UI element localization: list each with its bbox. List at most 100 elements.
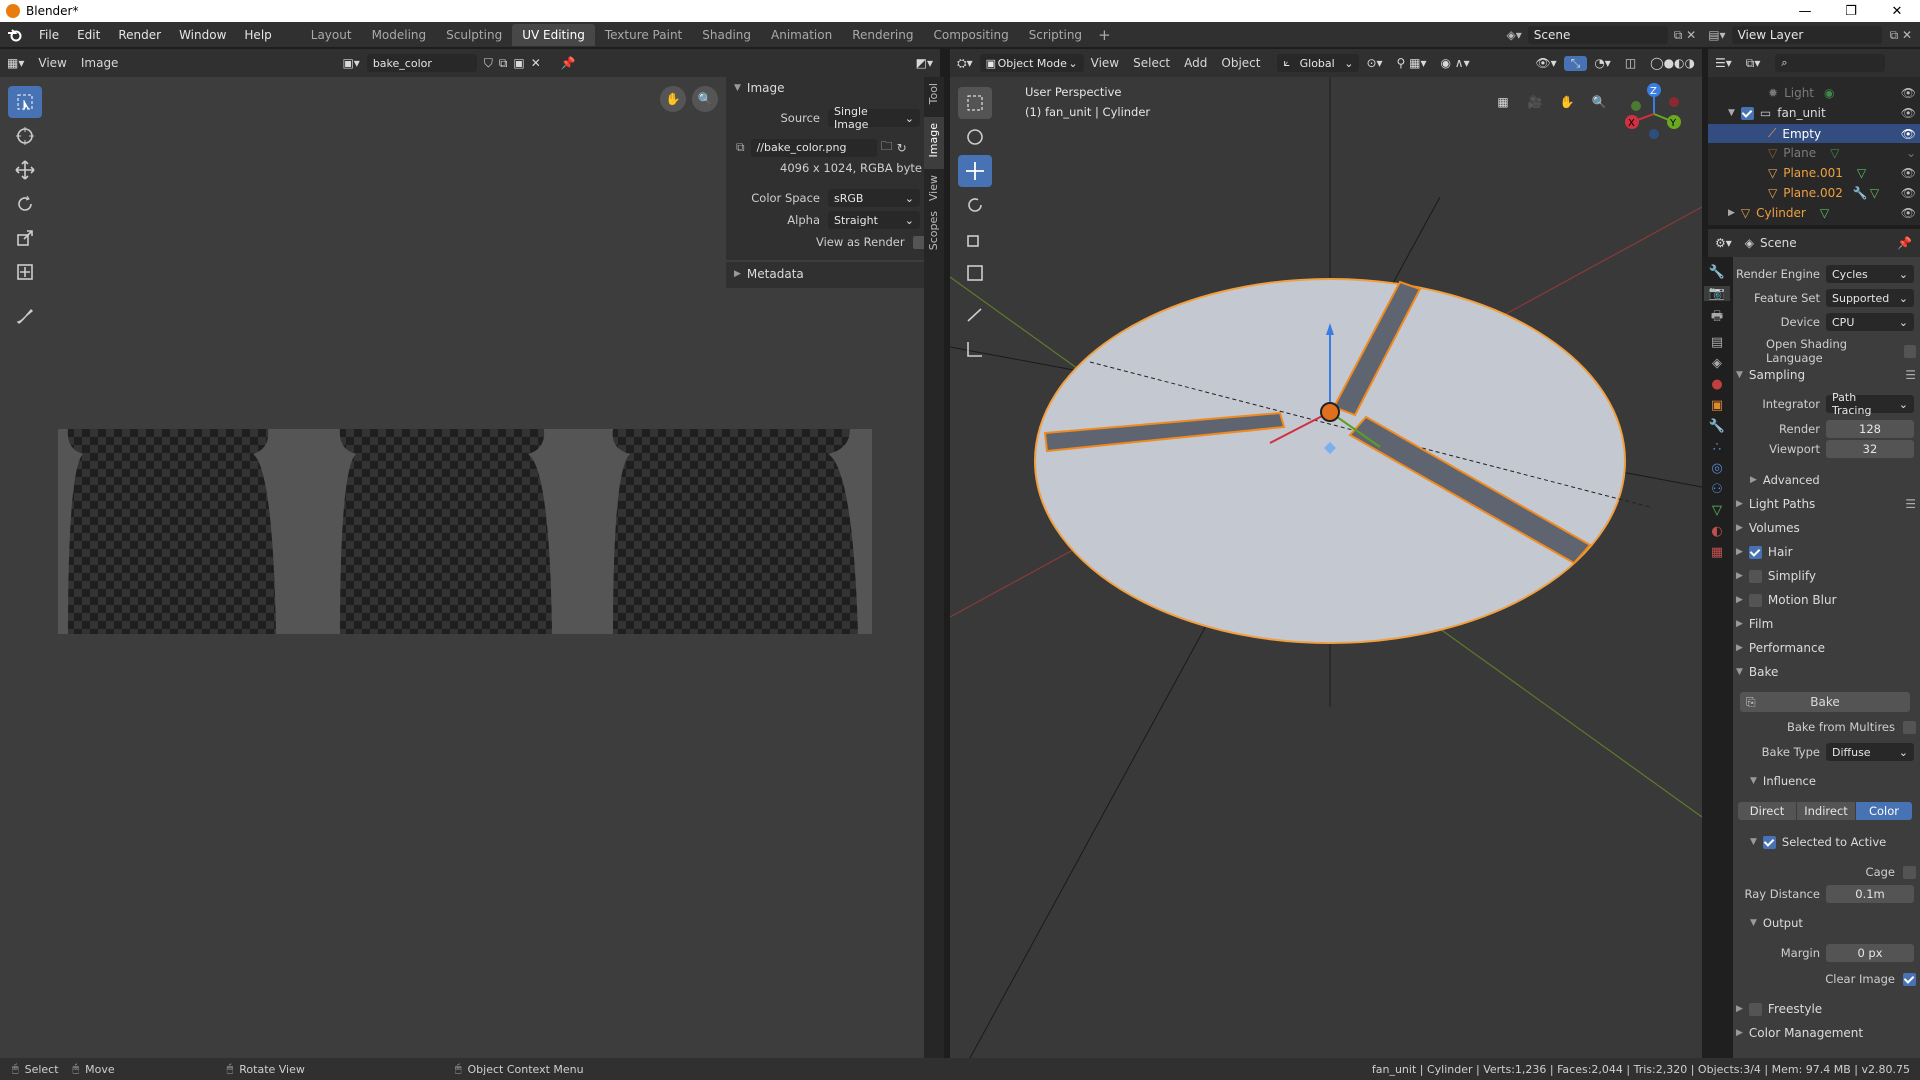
- advanced-section[interactable]: ▶ Advanced: [1750, 473, 1820, 487]
- tab-animation[interactable]: Animation: [761, 24, 842, 46]
- light-paths-presets-icon[interactable]: ☰: [1905, 497, 1916, 511]
- outliner-item-plane[interactable]: ▽ Plane ▽ ⌄: [1768, 144, 1916, 162]
- influence-section[interactable]: ▼ Influence: [1750, 774, 1816, 788]
- outliner-item-light[interactable]: ✹ Light ◉ 👁: [1768, 84, 1916, 102]
- pan-hand-icon[interactable]: ✋: [660, 86, 686, 112]
- vp-annotate-tool[interactable]: [958, 299, 992, 331]
- vp-scale-tool[interactable]: [958, 223, 992, 255]
- fan-unit-collection-checkbox[interactable]: [1740, 106, 1754, 120]
- new-view-layer-icon[interactable]: ⧉ ✕: [1890, 28, 1912, 43]
- blender-menu-icon[interactable]: [0, 28, 30, 42]
- alpha-dropdown[interactable]: Straight ⌄: [828, 211, 920, 229]
- vp-move-tool[interactable]: [958, 155, 992, 187]
- image-menu-view[interactable]: View: [31, 56, 73, 70]
- fan-unit-eye-icon[interactable]: 👁: [1901, 106, 1916, 120]
- tool-tab-icon[interactable]: 🔧: [1709, 265, 1725, 280]
- sidebar-tab-image[interactable]: Image: [927, 123, 940, 157]
- reload-icon[interactable]: ↻: [897, 141, 907, 155]
- menu-file[interactable]: File: [30, 28, 68, 42]
- zoom-viewport-icon[interactable]: 🔍: [1586, 89, 1612, 115]
- image-panel-title[interactable]: Image: [747, 81, 785, 95]
- light-eye-icon[interactable]: 👁: [1901, 86, 1916, 100]
- scale-tool[interactable]: [8, 222, 42, 254]
- ray-distance-field[interactable]: 0.1m: [1826, 885, 1914, 903]
- motion-blur-checkbox[interactable]: [1748, 593, 1762, 607]
- zoom-icon[interactable]: 🔍: [692, 86, 718, 112]
- tab-modeling[interactable]: Modeling: [362, 24, 437, 46]
- integrator-dropdown[interactable]: Path Tracing ⌄: [1826, 391, 1914, 417]
- material-tab-icon[interactable]: ◐: [1711, 524, 1722, 539]
- outliner-item-plane-002[interactable]: ▽ Plane.002 🔧 ▽ 👁: [1768, 184, 1916, 202]
- proportional-edit-icon[interactable]: ◉ ∧▾: [1434, 56, 1477, 70]
- performance-section[interactable]: ▶ Performance: [1736, 641, 1825, 655]
- viewport-menu-add[interactable]: Add: [1177, 56, 1214, 70]
- color-space-dropdown[interactable]: sRGB ⌄: [828, 189, 920, 207]
- image-datablock-icons[interactable]: ⛉⧉▣✕: [477, 56, 554, 71]
- world-tab-icon[interactable]: ●: [1711, 377, 1722, 392]
- add-workspace-icon[interactable]: +: [1092, 26, 1117, 44]
- simplify-checkbox[interactable]: [1748, 569, 1762, 583]
- sampling-section[interactable]: ▼ Sampling ☰: [1736, 368, 1916, 382]
- move-tool[interactable]: [8, 154, 42, 186]
- freestyle-checkbox[interactable]: [1748, 1002, 1762, 1016]
- properties-editor-type-icon[interactable]: ⚙▾: [1708, 236, 1739, 250]
- output-tab-icon[interactable]: 🖶: [1711, 307, 1723, 329]
- bake-button[interactable]: ⎘ Bake: [1740, 692, 1910, 712]
- data-tab-icon[interactable]: ▽: [1712, 503, 1722, 518]
- menu-render[interactable]: Render: [109, 28, 170, 42]
- vp-measure-tool[interactable]: [958, 333, 992, 365]
- texture-tab-icon[interactable]: ▦: [1711, 545, 1723, 560]
- image-browse-icon[interactable]: ▣▾: [335, 56, 366, 70]
- navigation-gizmo[interactable]: Z Y X: [1622, 82, 1686, 146]
- freestyle-section[interactable]: ▶ Freestyle: [1736, 1002, 1822, 1016]
- film-section[interactable]: ▶ Film: [1736, 617, 1773, 631]
- filepath-field[interactable]: //bake_color.png: [750, 138, 877, 157]
- properties-pin-icon[interactable]: 📌: [1897, 236, 1912, 250]
- vp-select-tool[interactable]: [958, 87, 992, 119]
- scene-tab-icon[interactable]: ◈: [1712, 356, 1722, 371]
- annotate-tool[interactable]: [8, 300, 42, 332]
- view-layer-tab-icon[interactable]: ▤: [1711, 335, 1723, 350]
- output-section[interactable]: ▼ Output: [1750, 916, 1803, 930]
- gizmo-toggle-icon[interactable]: ⤡: [1563, 55, 1588, 71]
- viewport-editor-type-icon[interactable]: ⛭▾: [950, 56, 980, 71]
- constraints-tab-icon[interactable]: ⚇: [1711, 482, 1723, 497]
- outliner-editor-type-icon[interactable]: ☰▾: [1708, 56, 1739, 70]
- outliner-search-field[interactable]: ⌕: [1775, 54, 1886, 72]
- hair-checkbox[interactable]: [1748, 545, 1762, 559]
- cylinder-eye-icon[interactable]: 👁: [1901, 206, 1916, 220]
- outliner-item-empty[interactable]: ⟋ Empty 👁: [1708, 124, 1920, 143]
- viewport-samples-field[interactable]: 32: [1826, 440, 1914, 458]
- viewport-menu-select[interactable]: Select: [1126, 56, 1177, 70]
- menu-edit[interactable]: Edit: [68, 28, 109, 42]
- image-display-icon[interactable]: ◩▾: [909, 56, 940, 70]
- color-management-section[interactable]: ▶ Color Management: [1736, 1026, 1863, 1040]
- outliner-item-fan-unit[interactable]: ▼ ▭ fan_unit 👁: [1728, 104, 1916, 122]
- viewport-menu-object[interactable]: Object: [1214, 56, 1267, 70]
- device-dropdown[interactable]: CPU ⌄: [1826, 313, 1914, 331]
- selected-to-active-checkbox[interactable]: [1762, 835, 1776, 849]
- overlay-icon[interactable]: ◔▾: [1587, 56, 1618, 70]
- hand-pan-icon[interactable]: ✋: [1554, 89, 1580, 115]
- scene-icon[interactable]: ◈▾: [1506, 28, 1521, 42]
- outliner-display-mode-icon[interactable]: ⧉▾: [1739, 56, 1768, 71]
- hair-section[interactable]: ▶ Hair: [1736, 545, 1793, 559]
- tab-texture-paint[interactable]: Texture Paint: [595, 24, 692, 46]
- shading-modes-icon[interactable]: ◯●◐◑: [1643, 56, 1702, 70]
- bake-section[interactable]: ▼ Bake: [1736, 665, 1778, 679]
- render-engine-dropdown[interactable]: Cycles ⌄: [1826, 265, 1914, 283]
- outliner-item-cylinder[interactable]: ▶ ▽ Cylinder ▽ 👁: [1728, 204, 1916, 222]
- view-layer-icon[interactable]: ▤▾: [1708, 28, 1725, 42]
- visibility-icon[interactable]: 👁▾: [1528, 56, 1563, 70]
- open-file-icon[interactable]: 🗀: [881, 137, 893, 158]
- tab-layout[interactable]: Layout: [301, 24, 362, 46]
- plane-eye-icon[interactable]: ⌄: [1906, 146, 1916, 160]
- cage-checkbox[interactable]: [1903, 865, 1916, 879]
- influence-color-button[interactable]: Color: [1856, 802, 1912, 820]
- menu-window[interactable]: Window: [170, 28, 235, 42]
- rotate-tool[interactable]: [8, 188, 42, 220]
- volumes-section[interactable]: ▶ Volumes: [1736, 521, 1800, 535]
- image-menu-image[interactable]: Image: [74, 56, 126, 70]
- tab-sculpting[interactable]: Sculpting: [436, 24, 512, 46]
- editor-type-icon[interactable]: ▦▾: [0, 56, 31, 70]
